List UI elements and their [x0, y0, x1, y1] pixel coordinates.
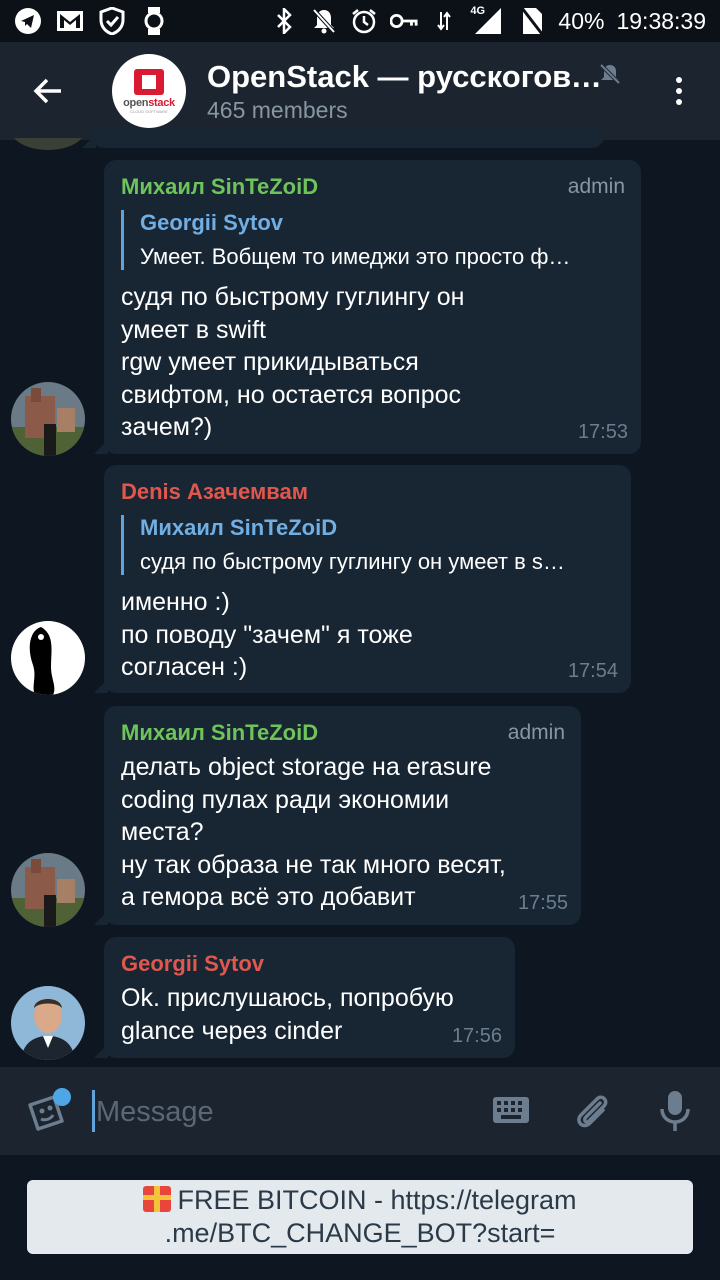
avatar[interactable] [11, 621, 85, 695]
message-text: Ok. прислушаюсь, попробую glance через c… [121, 984, 454, 1045]
vpn-key-icon [390, 7, 418, 35]
admin-badge: admin [507, 721, 565, 744]
bot-keyboard-toggle[interactable] [492, 1096, 530, 1129]
battery-level: 40% [558, 7, 605, 34]
message-author[interactable]: Georgii Sytov [121, 951, 264, 977]
message-author[interactable]: Михаил SinTeZoiD [121, 720, 318, 746]
user-photo-icon [11, 382, 85, 456]
reply-text: судя по быстрому гуглингу он умеет в s… [140, 549, 565, 574]
member-count: 465 members [207, 96, 348, 123]
bluetooth-icon [270, 7, 298, 35]
reply-text: Умеет. Вобщем то имеджи это просто ф… [140, 244, 571, 269]
message-composer [0, 1067, 720, 1155]
chat-header: openstack CLOUD SOFTWARE OpenStack — рус… [0, 42, 720, 140]
chat-avatar[interactable]: openstack CLOUD SOFTWARE [112, 54, 186, 128]
muted-icon [598, 62, 622, 91]
message-bubble[interactable]: Михаил SinTeZoiD admin делать object sto… [94, 706, 581, 925]
back-button[interactable] [0, 42, 96, 140]
message-bubble[interactable]: Михаил SinTeZoiD admin Georgii Sytov Уме… [94, 160, 641, 454]
avatar[interactable] [11, 382, 85, 456]
message-text: именно :) по поводу "зачем" я тоже согла… [121, 588, 413, 681]
message-author[interactable]: Denis Азачемвам [121, 479, 308, 505]
more-menu-button[interactable] [664, 76, 694, 106]
paperclip-icon [577, 1095, 608, 1128]
message-time: 17:56 [451, 1025, 502, 1047]
bot-keyboard-button[interactable]: FREE BITCOIN - https://telegram .me/BTC_… [27, 1180, 693, 1254]
keyboard-icon [493, 1097, 529, 1123]
avatar[interactable] [11, 853, 85, 927]
message-time: 17:55 [517, 892, 568, 914]
watch-icon [140, 7, 168, 35]
signal-4g-icon: 4G [470, 5, 506, 35]
penguin-avatar-icon [11, 621, 85, 695]
no-sim-icon [518, 7, 546, 35]
chat-title-block[interactable]: OpenStack — русскогово… 465 members [207, 59, 607, 124]
user-photo-icon [11, 986, 85, 1060]
message-bubble-partial [82, 130, 604, 148]
new-stickers-badge [53, 1088, 71, 1106]
clock: 19:38:39 [616, 7, 706, 34]
reply-quote[interactable]: Georgii Sytov Умеет. Вобщем то имеджи эт… [121, 210, 624, 270]
message-time: 17:54 [567, 660, 618, 682]
avatar-logo-text: openstack [123, 96, 175, 109]
microphone-icon [660, 1091, 690, 1131]
message-author[interactable]: Михаил SinTeZoiD [121, 174, 318, 200]
attach-button[interactable] [572, 1091, 614, 1138]
shield-icon [98, 7, 126, 35]
arrow-left-icon [33, 78, 61, 104]
gmail-icon [56, 7, 84, 35]
message-input[interactable] [96, 1089, 456, 1135]
notifications-off-icon [310, 7, 338, 35]
message-text: делать object storage на erasure coding … [121, 753, 506, 911]
message-text: судя по быстрому гуглингу он умеет в swi… [121, 283, 465, 441]
text-cursor [92, 1090, 95, 1132]
user-photo-icon [11, 853, 85, 927]
voice-button[interactable] [658, 1089, 692, 1138]
data-transfer-icon [430, 7, 458, 35]
reply-author: Михаил SinTeZoiD [140, 515, 338, 540]
openstack-logo-icon [134, 68, 164, 95]
alarm-icon [350, 7, 378, 35]
gift-icon [143, 1186, 172, 1212]
message-bubble[interactable]: Georgii Sytov Ok. прислушаюсь, попробую … [94, 937, 515, 1058]
avatar[interactable] [11, 986, 85, 1060]
message-time: 17:53 [577, 421, 628, 443]
message-bubble[interactable]: Denis Азачемвам Михаил SinTeZoiD судя по… [94, 465, 631, 693]
admin-badge: admin [567, 175, 625, 198]
bot-button-label: FREE BITCOIN - https://telegram .me/BTC_… [164, 1185, 577, 1248]
telegram-icon [14, 7, 42, 35]
chat-title: OpenStack — русскогово… [207, 58, 602, 94]
reply-author: Georgii Sytov [140, 210, 284, 235]
status-bar: 4G 40% 19:38:39 [0, 0, 720, 42]
bot-keyboard: FREE BITCOIN - https://telegram .me/BTC_… [0, 1155, 720, 1280]
reply-quote[interactable]: Михаил SinTeZoiD судя по быстрому гуглин… [121, 515, 614, 575]
